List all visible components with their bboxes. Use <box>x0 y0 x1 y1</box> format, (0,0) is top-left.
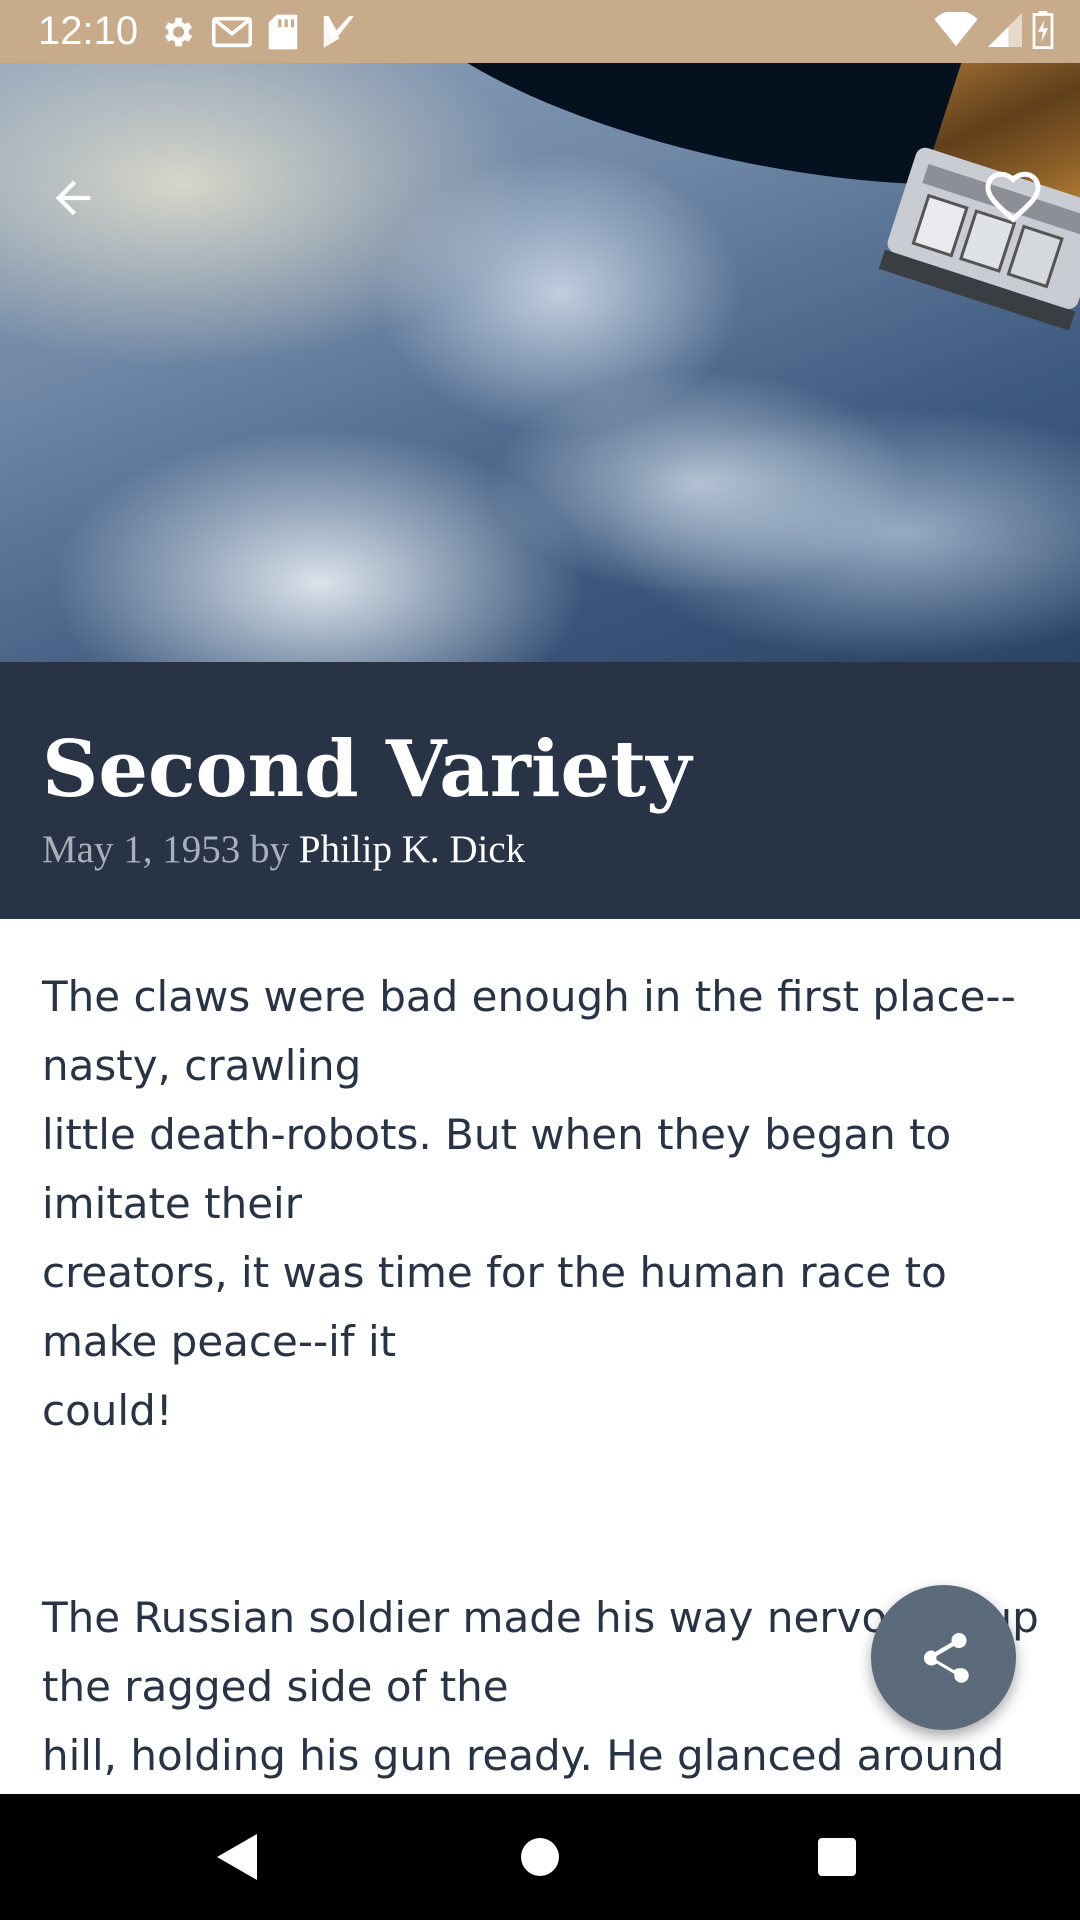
status-icons-right <box>934 9 1054 54</box>
paragraph-1-line-1: The claws were bad enough in the first p… <box>42 972 1016 1090</box>
share-button[interactable] <box>871 1585 1016 1730</box>
story-author: Philip K. Dick <box>298 828 526 871</box>
nav-back-button[interactable] <box>204 1824 270 1890</box>
status-bar: 12:10 <box>0 0 1080 63</box>
wifi-icon <box>934 9 978 53</box>
favorite-button[interactable] <box>978 163 1048 233</box>
nav-home-icon <box>521 1838 559 1876</box>
paragraph-1-line-4: could! <box>42 1386 173 1435</box>
gmail-icon <box>211 13 253 51</box>
battery-icon <box>1032 10 1054 54</box>
settings-icon <box>158 13 196 51</box>
sd-card-icon <box>266 13 304 51</box>
share-icon <box>923 1632 969 1683</box>
paragraph-2-line-2: hill, holding his gun ready. He glanced … <box>42 1731 1005 1780</box>
signal-icon <box>988 12 1022 53</box>
nav-home-button[interactable] <box>507 1824 573 1890</box>
paragraph-1-line-2: little death-robots. But when they began… <box>42 1110 952 1228</box>
paragraph-1-line-3: creators, it was time for the human race… <box>42 1248 947 1366</box>
system-nav-bar <box>0 1794 1080 1920</box>
nav-recents-icon <box>818 1838 856 1876</box>
hero-image <box>0 63 1080 662</box>
status-icons-left <box>158 12 358 52</box>
status-time: 12:10 <box>38 9 139 53</box>
story-header: Second Variety May 1, 1953 by Philip K. … <box>0 662 1080 919</box>
heart-outline-icon <box>985 171 1041 223</box>
arrow-back-icon <box>55 180 91 216</box>
story-title: Second Variety <box>42 724 692 815</box>
story-by-label: by <box>250 828 289 871</box>
back-button[interactable] <box>38 163 108 233</box>
story-body: The claws were bad enough in the first p… <box>42 962 1042 1928</box>
nav-recents-button[interactable] <box>804 1824 870 1890</box>
story-paragraph: The claws were bad enough in the first p… <box>42 962 1042 1445</box>
tasks-icon <box>320 13 358 51</box>
story-meta: May 1, 1953 by Philip K. Dick <box>42 828 525 872</box>
nav-back-icon <box>217 1834 257 1880</box>
story-date: May 1, 1953 <box>42 828 241 871</box>
